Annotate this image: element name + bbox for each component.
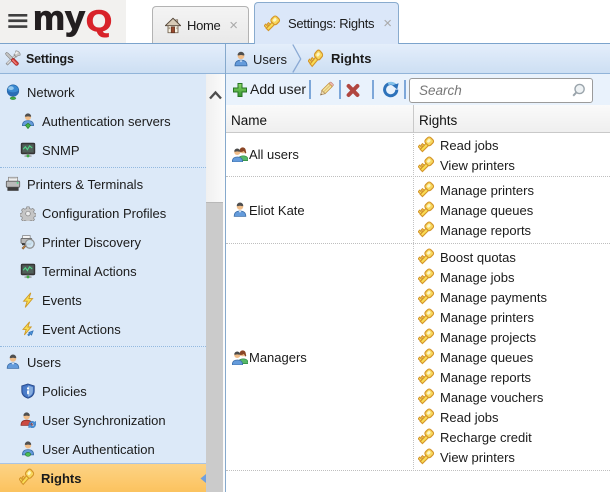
svg-text:my: my <box>33 0 85 38</box>
svg-text:Q: Q <box>86 5 112 38</box>
